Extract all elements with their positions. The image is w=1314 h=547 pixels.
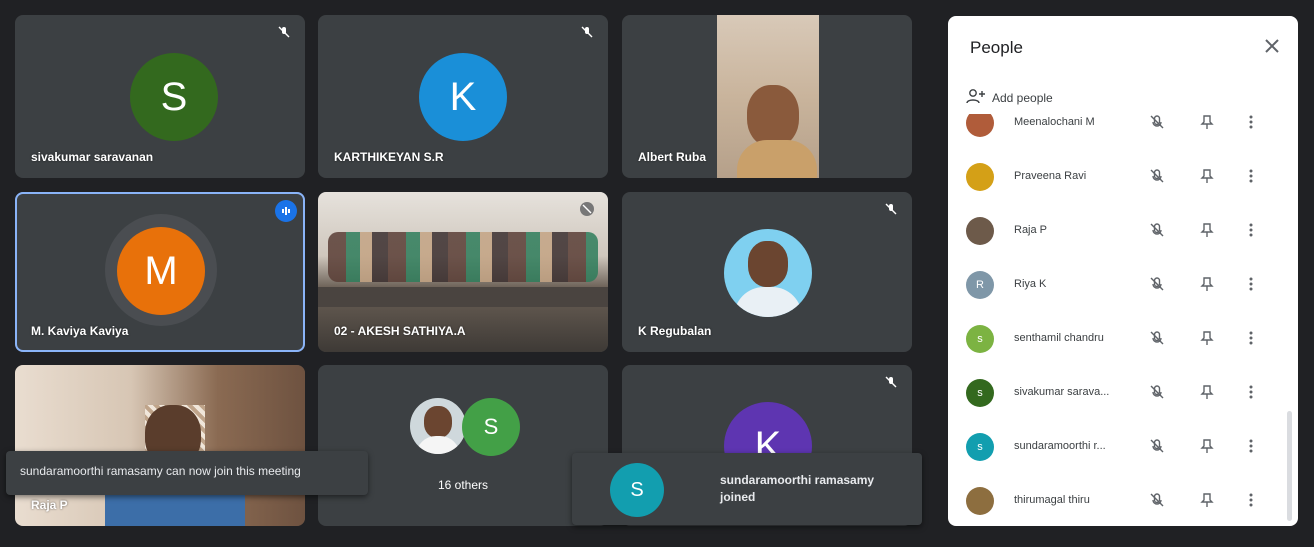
pin-icon[interactable] <box>1198 491 1216 509</box>
mic-off-icon <box>884 375 898 389</box>
participant-name: M. Kaviya Kaviya <box>31 324 129 338</box>
participant-name: Raja P <box>1014 224 1048 236</box>
toast-text: sundaramoorthi ramasamy joined <box>720 473 875 504</box>
avatar: s <box>966 325 994 353</box>
avatar: M <box>117 227 205 315</box>
toast-text: sundaramoorthi ramasamy can now join thi… <box>20 464 301 478</box>
avatar <box>966 163 994 191</box>
avatar: s <box>966 379 994 407</box>
mic-off-icon <box>580 202 594 216</box>
participant-name: Raja P <box>31 498 68 512</box>
participant-tile-albert[interactable]: Albert Ruba <box>622 15 912 178</box>
avatar: S <box>610 463 664 517</box>
mic-off-icon[interactable] <box>1148 329 1166 347</box>
participant-name: sivakumar sarava... <box>1014 386 1110 398</box>
participant-row[interactable]: R Riya K <box>948 258 1298 312</box>
participant-name: senthamil chandru <box>1014 332 1104 344</box>
participant-tile-akesh[interactable]: 02 - AKESH SATHIYA.A <box>318 192 608 352</box>
profile-photo <box>410 398 466 454</box>
participant-list: Meenalochani M Praveena Ravi Raja P R Riya K… <box>948 114 1298 526</box>
joined-toast: S sundaramoorthi ramasamy joined <box>572 453 922 525</box>
more-options-icon[interactable] <box>1242 221 1260 239</box>
participant-name: KARTHIKEYAN S.R <box>334 150 444 164</box>
close-icon[interactable] <box>1262 36 1282 56</box>
more-options-icon[interactable] <box>1242 167 1260 185</box>
join-permission-toast: sundaramoorthi ramasamy can now join thi… <box>6 451 368 495</box>
more-options-icon[interactable] <box>1242 491 1260 509</box>
avatar <box>966 217 994 245</box>
mic-off-icon[interactable] <box>1148 437 1166 455</box>
avatar <box>966 487 994 515</box>
more-options-icon[interactable] <box>1242 114 1260 131</box>
add-person-icon <box>966 88 986 107</box>
more-options-icon[interactable] <box>1242 437 1260 455</box>
participant-tile-kaviya[interactable]: M M. Kaviya Kaviya <box>15 192 305 352</box>
participant-name: thirumagal thiru <box>1014 494 1090 506</box>
participant-name: K Regubalan <box>638 324 712 338</box>
pin-icon[interactable] <box>1198 114 1216 131</box>
avatar: R <box>966 271 994 299</box>
more-options-icon[interactable] <box>1242 275 1260 293</box>
more-options-icon[interactable] <box>1242 329 1260 347</box>
avatar: K <box>419 53 507 141</box>
mic-off-icon <box>277 25 291 39</box>
scrollbar[interactable] <box>1287 411 1292 521</box>
people-panel: People Add people Meenalochani M Praveena… <box>948 16 1298 526</box>
more-options-icon[interactable] <box>1242 383 1260 401</box>
participant-name: sivakumar saravanan <box>31 150 154 164</box>
pin-icon[interactable] <box>1198 167 1216 185</box>
pin-icon[interactable] <box>1198 437 1216 455</box>
participant-name: 02 - AKESH SATHIYA.A <box>334 324 466 338</box>
mic-off-icon[interactable] <box>1148 383 1166 401</box>
participant-tile-karthikeyan[interactable]: K KARTHIKEYAN S.R <box>318 15 608 178</box>
mic-off-icon <box>580 25 594 39</box>
avatar <box>966 114 994 137</box>
participant-name: Meenalochani M <box>1014 116 1095 128</box>
participant-name: Albert Ruba <box>638 150 707 164</box>
video-feed <box>717 15 819 178</box>
participant-row[interactable]: Raja P <box>948 204 1298 258</box>
panel-title: People <box>970 38 1023 57</box>
mic-off-icon[interactable] <box>1148 275 1166 293</box>
avatar: S <box>462 398 520 456</box>
participant-tile-others[interactable]: S 16 others <box>318 365 608 526</box>
pin-icon[interactable] <box>1198 275 1216 293</box>
mic-off-icon[interactable] <box>1148 491 1166 509</box>
participant-tile-sivakumar[interactable]: S sivakumar saravanan <box>15 15 305 178</box>
avatar: S <box>130 53 218 141</box>
participant-row[interactable]: Praveena Ravi <box>948 150 1298 204</box>
mic-off-icon[interactable] <box>1148 167 1166 185</box>
participant-tile-raja[interactable]: Raja P <box>15 365 305 526</box>
participant-row[interactable]: thirumagal thiru <box>948 474 1298 526</box>
profile-photo <box>724 229 812 317</box>
pin-icon[interactable] <box>1198 329 1216 347</box>
add-people-button[interactable]: Add people <box>966 88 1053 107</box>
participant-name: Riya K <box>1014 278 1047 290</box>
participant-name: sundaramoorthi r... <box>1014 440 1106 452</box>
speaking-indicator-icon <box>275 200 297 222</box>
mic-off-icon[interactable] <box>1148 221 1166 239</box>
participant-row[interactable]: s sivakumar sarava... <box>948 366 1298 420</box>
avatar: s <box>966 433 994 461</box>
participant-row[interactable]: s senthamil chandru <box>948 312 1298 366</box>
mic-off-icon <box>884 202 898 216</box>
pin-icon[interactable] <box>1198 221 1216 239</box>
participant-tile-regubalan[interactable]: K Regubalan <box>622 192 912 352</box>
mic-off-icon[interactable] <box>1148 114 1166 131</box>
participant-row[interactable]: s sundaramoorthi r... <box>948 420 1298 474</box>
participant-row[interactable]: Meenalochani M <box>948 114 1298 150</box>
add-people-label: Add people <box>992 90 1053 105</box>
pin-icon[interactable] <box>1198 383 1216 401</box>
participant-name: Praveena Ravi <box>1014 170 1087 182</box>
